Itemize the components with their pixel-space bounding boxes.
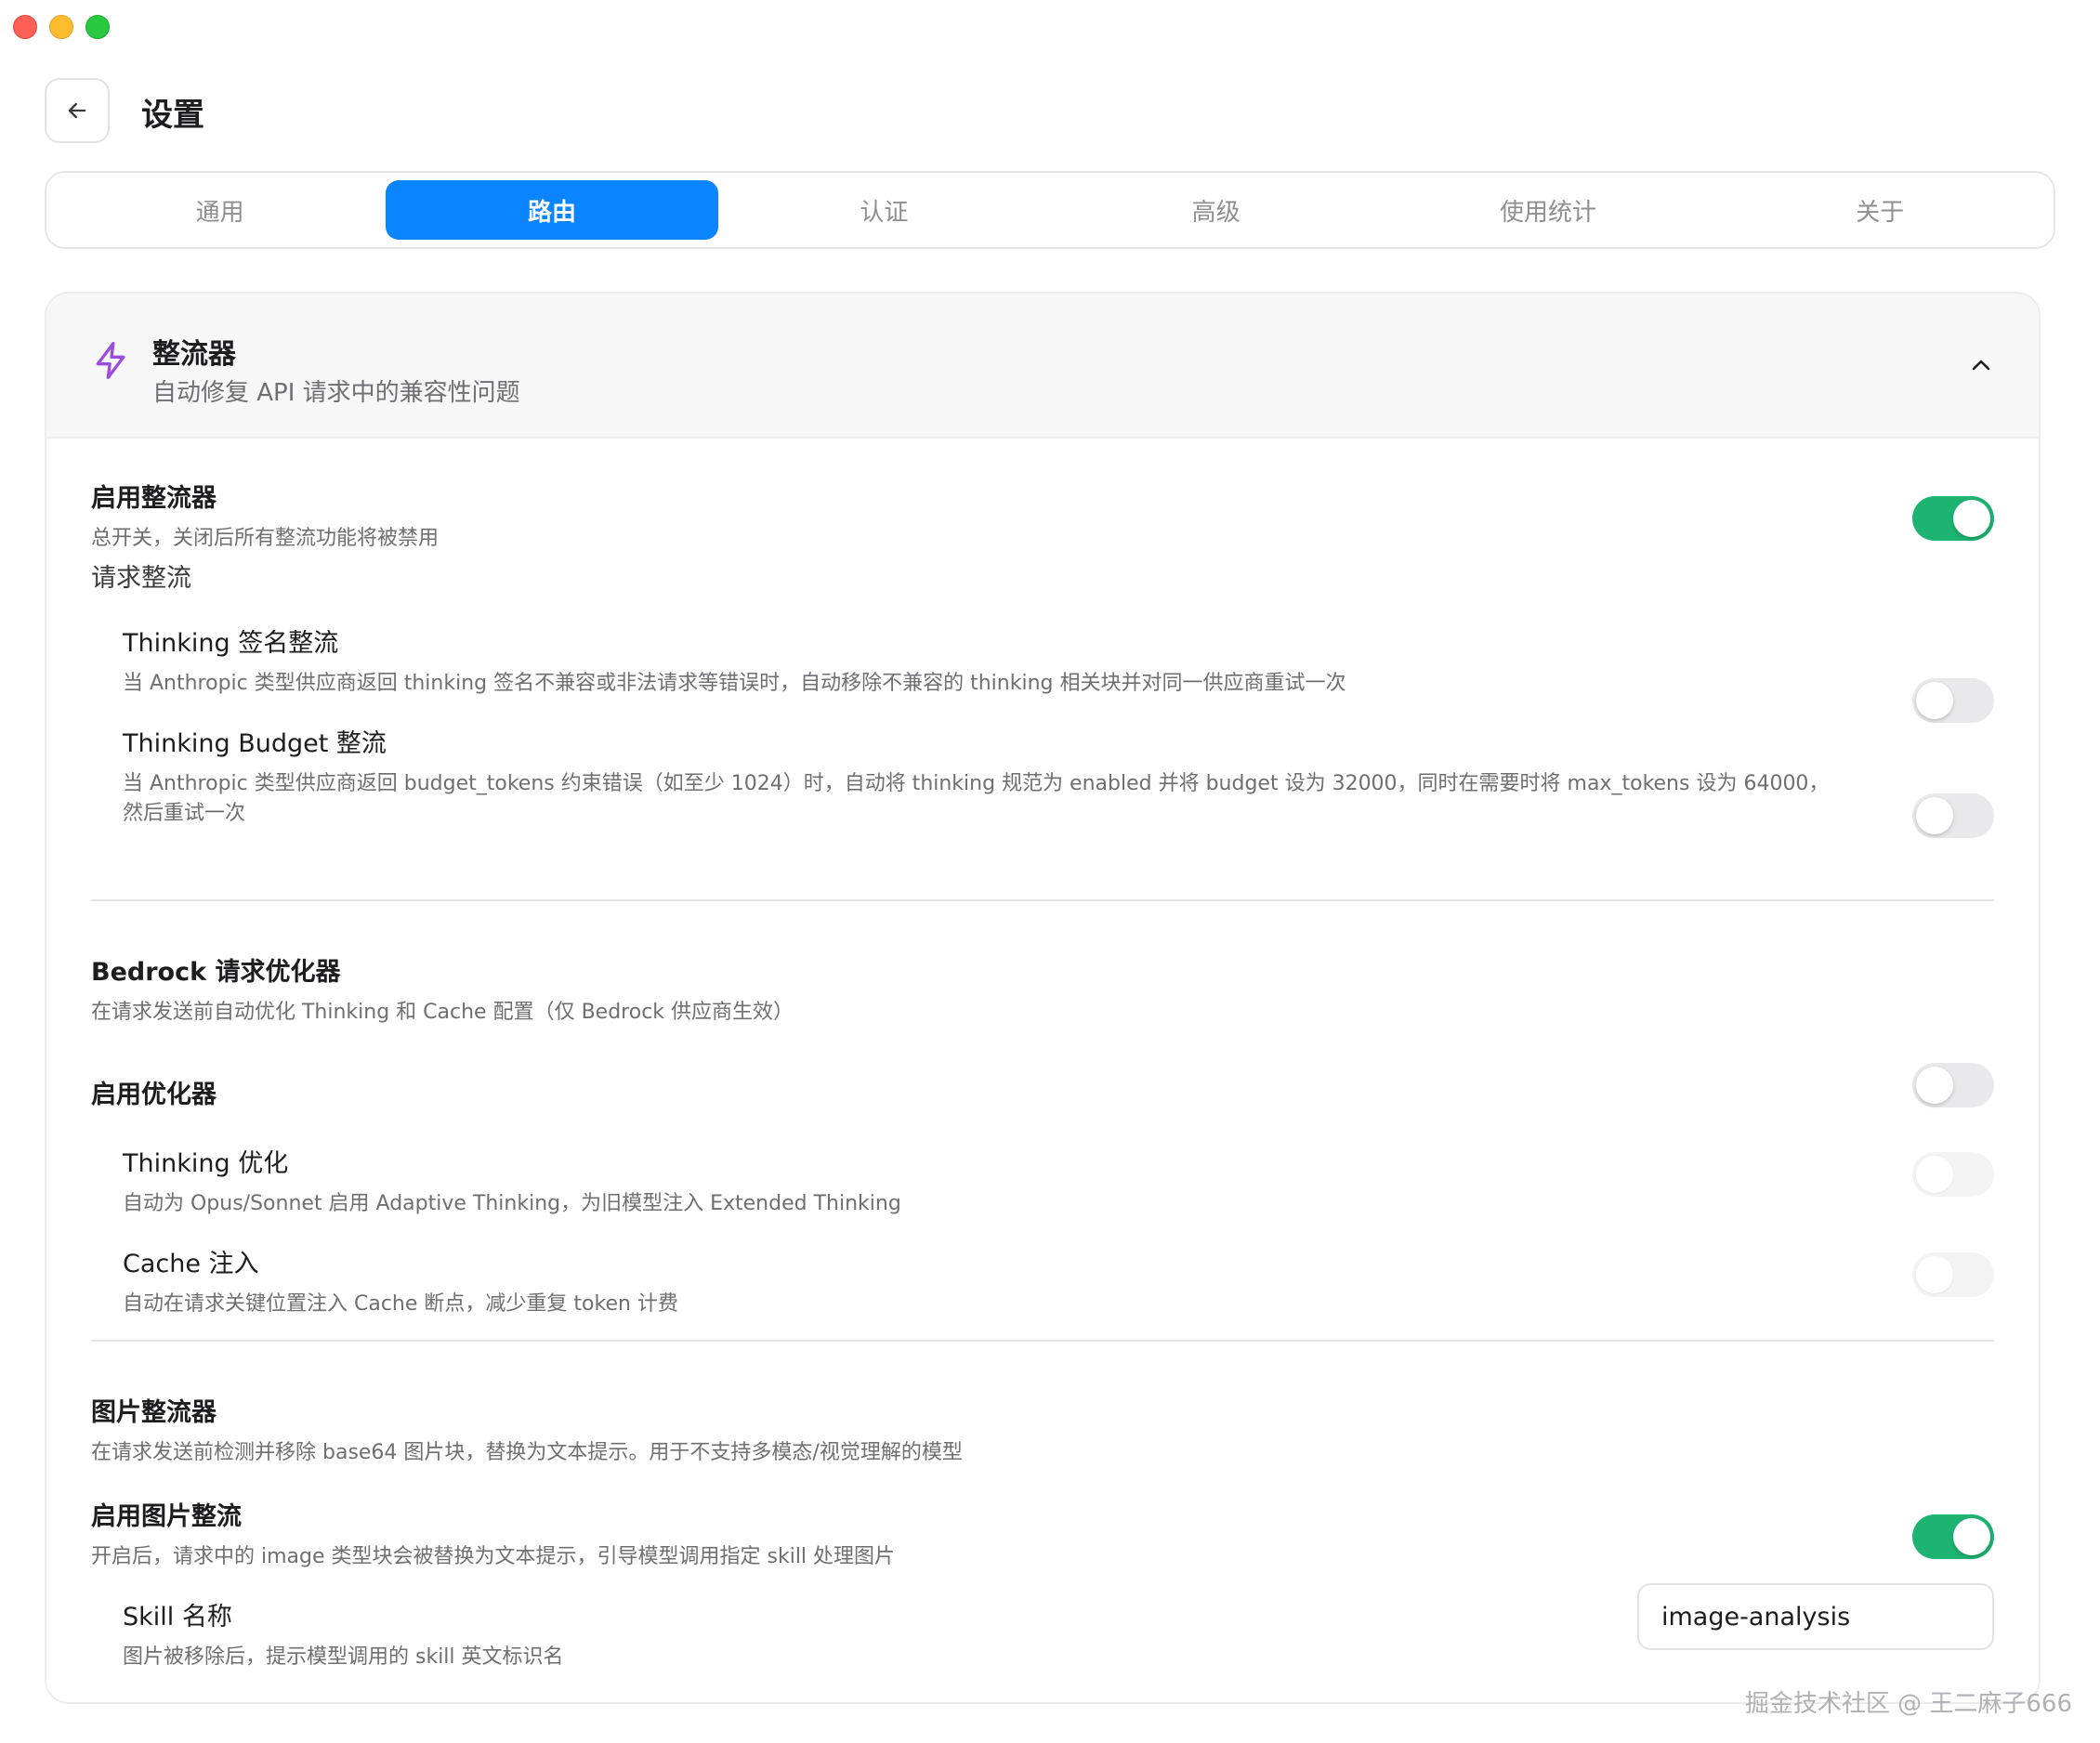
watermark: 掘金技术社区 @ 王二麻子666 <box>1744 1690 2072 1718</box>
bedrock-optimizer-desc: 在请求发送前自动优化 Thinking 和 Cache 配置（仅 Bedrock… <box>91 1001 794 1024</box>
thinking-budget-toggle[interactable] <box>1912 793 1994 838</box>
back-button[interactable] <box>45 78 110 143</box>
tab-about[interactable]: 关于 <box>1714 180 2046 240</box>
skill-name-row: Skill 名称 图片被移除后，提示模型调用的 skill 英文标识名 <box>123 1596 1593 1673</box>
thinking-optimize-toggle[interactable] <box>1912 1152 1994 1197</box>
enable-image-rectify-desc: 开启后，请求中的 image 类型块会被替换为文本提示，引导模型调用指定 ski… <box>91 1545 896 1568</box>
close-window-button[interactable] <box>13 15 37 39</box>
image-rectifier-header: 图片整流器 在请求发送前检测并移除 base64 图片块，替换为文本提示。用于不… <box>91 1392 1994 1469</box>
thinking-signature-row: Thinking 签名整流 当 Anthropic 类型供应商返回 thinki… <box>123 622 1994 700</box>
thinking-budget-desc-line2: 然后重试一次 <box>123 802 246 825</box>
skill-name-input[interactable]: image-analysis <box>1637 1583 1994 1650</box>
request-rectify-section-label: 请求整流 <box>91 564 191 593</box>
thinking-signature-toggle[interactable] <box>1912 678 1994 723</box>
thinking-budget-row: Thinking Budget 整流 当 Anthropic 类型供应商返回 b… <box>123 723 1883 830</box>
chevron-up-icon[interactable] <box>1970 355 1992 374</box>
lightning-icon <box>96 342 125 379</box>
enable-image-rectify-toggle[interactable] <box>1912 1514 1994 1559</box>
thinking-signature-desc: 当 Anthropic 类型供应商返回 thinking 签名不兼容或非法请求等… <box>123 672 1346 695</box>
cache-inject-desc: 自动在请求关键位置注入 Cache 断点，减少重复 token 计费 <box>123 1292 678 1316</box>
enable-optimizer-label: 启用优化器 <box>91 1081 217 1109</box>
arrow-left-icon <box>68 102 86 119</box>
tab-general[interactable]: 通用 <box>54 180 386 240</box>
thinking-optimize-label: Thinking 优化 <box>123 1149 289 1178</box>
image-rectifier-title: 图片整流器 <box>91 1398 217 1427</box>
enable-rectifier-label: 启用整流器 <box>91 484 217 513</box>
bedrock-optimizer-title: Bedrock 请求优化器 <box>91 958 341 987</box>
enable-rectifier-toggle[interactable] <box>1912 496 1994 541</box>
thinking-budget-desc-line1: 当 Anthropic 类型供应商返回 budget_tokens 约束错误（如… <box>123 772 1830 795</box>
settings-window: 设置 通用 路由 认证 高级 使用统计 关于 整流器 自动修复 API 请求中的… <box>0 0 2100 1743</box>
window-controls <box>13 15 110 39</box>
settings-tabs: 通用 路由 认证 高级 使用统计 关于 <box>45 171 2055 249</box>
tab-auth[interactable]: 认证 <box>718 180 1050 240</box>
minimize-window-button[interactable] <box>49 15 73 39</box>
enable-optimizer-row: 启用优化器 <box>91 1074 1994 1110</box>
card-subtitle: 自动修复 API 请求中的兼容性问题 <box>152 379 520 407</box>
enable-image-rectify-label: 启用图片整流 <box>91 1502 242 1531</box>
skill-name-desc: 图片被移除后，提示模型调用的 skill 英文标识名 <box>123 1645 564 1669</box>
enable-rectifier-row: 启用整流器 总开关，关闭后所有整流功能将被禁用 <box>91 478 1994 555</box>
cache-inject-row: Cache 注入 自动在请求关键位置注入 Cache 断点，减少重复 token… <box>123 1243 1994 1320</box>
image-rectifier-desc: 在请求发送前检测并移除 base64 图片块，替换为文本提示。用于不支持多模态/… <box>91 1441 963 1464</box>
enable-image-rectify-row: 启用图片整流 开启后，请求中的 image 类型块会被替换为文本提示，引导模型调… <box>91 1496 1994 1573</box>
rectifier-card-header[interactable]: 整流器 自动修复 API 请求中的兼容性问题 <box>46 294 2039 439</box>
cache-inject-toggle[interactable] <box>1912 1252 1994 1297</box>
enable-optimizer-toggle[interactable] <box>1912 1063 1994 1107</box>
bedrock-optimizer-header: Bedrock 请求优化器 在请求发送前自动优化 Thinking 和 Cach… <box>91 951 1994 1029</box>
thinking-optimize-row: Thinking 优化 自动为 Opus/Sonnet 启用 Adaptive … <box>123 1143 1994 1220</box>
section-divider <box>91 899 1994 901</box>
tab-routing[interactable]: 路由 <box>386 180 718 240</box>
section-divider <box>91 1340 1994 1342</box>
thinking-optimize-desc: 自动为 Opus/Sonnet 启用 Adaptive Thinking，为旧模… <box>123 1192 901 1215</box>
cache-inject-label: Cache 注入 <box>123 1250 259 1278</box>
enable-rectifier-desc: 总开关，关闭后所有整流功能将被禁用 <box>91 527 440 550</box>
skill-name-label: Skill 名称 <box>123 1603 232 1632</box>
card-title: 整流器 <box>152 338 236 371</box>
thinking-signature-label: Thinking 签名整流 <box>123 629 339 658</box>
tab-advanced[interactable]: 高级 <box>1050 180 1382 240</box>
rectifier-card: 整流器 自动修复 API 请求中的兼容性问题 启用整流器 总开关，关闭后所有整流… <box>45 292 2041 1704</box>
thinking-budget-label: Thinking Budget 整流 <box>123 729 387 758</box>
page-title: 设置 <box>141 97 204 134</box>
tab-usage-stats[interactable]: 使用统计 <box>1382 180 1713 240</box>
zoom-window-button[interactable] <box>85 15 110 39</box>
